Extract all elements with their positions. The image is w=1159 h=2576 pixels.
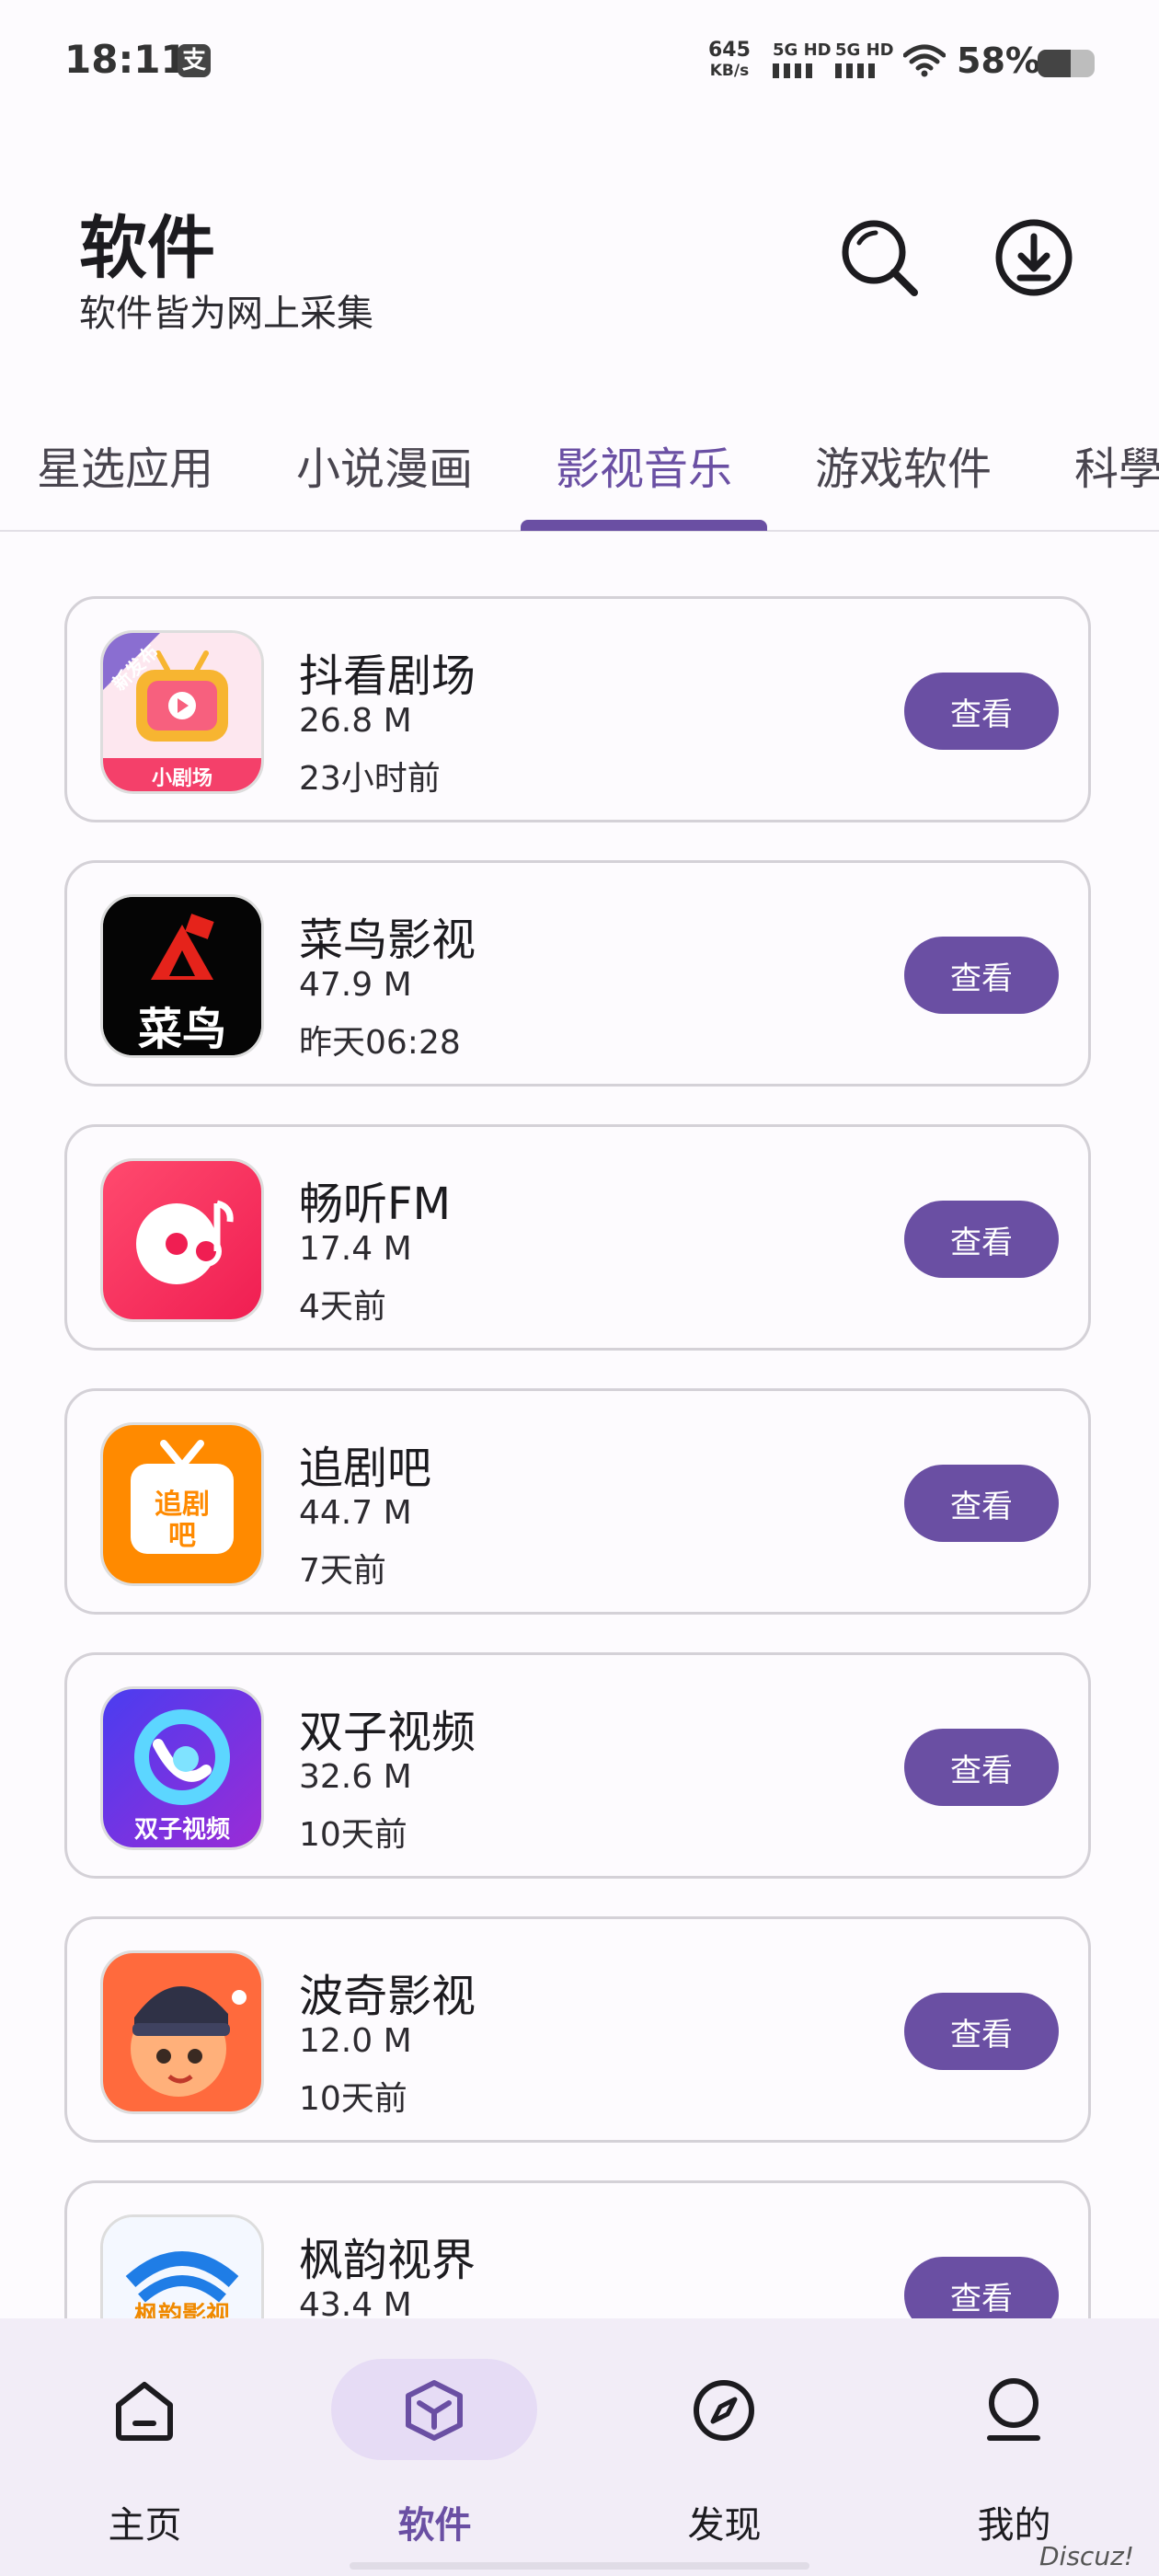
app-icon-label: 菜鸟: [137, 1004, 226, 1055]
app-updated-time: 7天前: [299, 1552, 386, 1590]
app-icon-shuangzi: 双子视频: [100, 1686, 264, 1850]
app-name: 抖看剧场: [299, 650, 476, 702]
view-button[interactable]: 查看: [904, 1465, 1059, 1542]
tab-star-apps[interactable]: 星选应用: [37, 432, 213, 497]
list-item[interactable]: 追剧吧 追剧吧 44.7 M 7天前 查看: [64, 1388, 1091, 1615]
app-name: 枫韵视界: [299, 2235, 476, 2286]
app-updated-time: 23小时前: [299, 760, 441, 798]
app-icon-label: 双子视频: [133, 1816, 230, 1844]
app-icon-doukan: 新发布 小剧场: [100, 630, 264, 794]
cube-icon: [397, 2374, 471, 2447]
app-icon-label: 追剧吧: [155, 1489, 210, 1552]
status-time: 18:11: [64, 37, 188, 82]
search-icon: [842, 220, 918, 296]
app-icon-changting: [100, 1158, 264, 1322]
app-updated-time: 10天前: [299, 2080, 407, 2118]
page-title: 软件: [79, 209, 215, 288]
signal-sim1-icon: 5G HD: [773, 40, 832, 78]
bottom-navigation: 主页 软件 发现 我的: [0, 2318, 1159, 2576]
download-button[interactable]: [988, 212, 1080, 304]
signal-sim2-icon: 5G HD: [835, 40, 894, 78]
list-item[interactable]: 新发布 小剧场 抖看剧场 26.8 M 23小时前 查看: [64, 596, 1091, 822]
app-icon-cainiao: 菜鸟: [100, 894, 264, 1058]
view-button[interactable]: 查看: [904, 1993, 1059, 2070]
sim1-label: 5G HD: [773, 40, 832, 60]
list-item[interactable]: 畅听FM 17.4 M 4天前 查看: [64, 1124, 1091, 1351]
tab-video-music[interactable]: 影视音乐: [556, 432, 732, 497]
list-item[interactable]: 菜鸟 菜鸟影视 47.9 M 昨天06:28 查看: [64, 860, 1091, 1087]
app-name: 波奇影视: [299, 1971, 476, 2022]
nav-home-label: 主页: [108, 2504, 182, 2547]
page-subtitle: 软件皆为网上采集: [79, 293, 373, 335]
network-speed-value: 645: [708, 39, 751, 62]
tab-novel-comic[interactable]: 小说漫画: [296, 432, 473, 497]
tab-science[interactable]: 科學: [1074, 432, 1159, 497]
gesture-bar[interactable]: [350, 2562, 809, 2570]
app-name: 畅听FM: [299, 1179, 452, 1230]
nav-software[interactable]: 软件: [290, 2318, 580, 2576]
category-tabs: 星选应用 小说漫画 影视音乐 游戏软件 科學: [0, 405, 1159, 532]
nav-discover-label: 发现: [687, 2504, 762, 2547]
app-updated-time: 4天前: [299, 1288, 386, 1326]
sim2-label: 5G HD: [835, 40, 894, 60]
app-size: 32.6 M: [299, 1758, 412, 1796]
battery-icon: [1038, 50, 1095, 77]
pay-notification-icon: 支: [178, 44, 211, 77]
app-name: 菜鸟影视: [299, 914, 476, 966]
app-size: 12.0 M: [299, 2022, 412, 2060]
search-button[interactable]: [833, 212, 925, 304]
network-speed: 645 KB/s: [708, 40, 751, 81]
download-icon: [995, 219, 1073, 296]
person-icon: [977, 2374, 1050, 2447]
wifi-icon: [903, 44, 946, 77]
battery-percent: 58%: [957, 40, 1040, 81]
app-size: 26.8 M: [299, 702, 412, 740]
list-item[interactable]: 双子视频 双子视频 32.6 M 10天前 查看: [64, 1652, 1091, 1879]
app-name: 追剧吧: [299, 1443, 432, 1494]
tab-game-software[interactable]: 游戏软件: [815, 432, 992, 497]
compass-icon: [687, 2374, 761, 2447]
app-updated-time: 10天前: [299, 1816, 407, 1854]
app-name: 双子视频: [299, 1707, 476, 1758]
app-updated-time: 昨天06:28: [299, 1024, 461, 1062]
nav-home[interactable]: 主页: [0, 2318, 290, 2576]
app-icon-boqi: [100, 1950, 264, 2114]
view-button[interactable]: 查看: [904, 937, 1059, 1014]
app-size: 47.9 M: [299, 966, 412, 1004]
nav-software-label: 软件: [397, 2504, 472, 2547]
watermark: Discuz!: [1039, 2541, 1134, 2571]
network-speed-unit: KB/s: [709, 62, 750, 80]
nav-discover[interactable]: 发现: [580, 2318, 869, 2576]
home-icon: [108, 2374, 181, 2447]
status-bar: 18:11 支 645 KB/s 5G HD 5G HD 58%: [0, 0, 1159, 124]
list-item[interactable]: 波奇影视 12.0 M 10天前 查看: [64, 1916, 1091, 2143]
app-icon-label: 小剧场: [151, 767, 212, 790]
view-button[interactable]: 查看: [904, 1729, 1059, 1806]
app-size: 17.4 M: [299, 1230, 412, 1268]
nav-mine[interactable]: 我的: [869, 2318, 1159, 2576]
tab-indicator: [521, 520, 767, 531]
view-button[interactable]: 查看: [904, 1201, 1059, 1278]
app-size: 44.7 M: [299, 1494, 412, 1532]
view-button[interactable]: 查看: [904, 673, 1059, 750]
app-icon-zhuijuba: 追剧吧: [100, 1422, 264, 1586]
